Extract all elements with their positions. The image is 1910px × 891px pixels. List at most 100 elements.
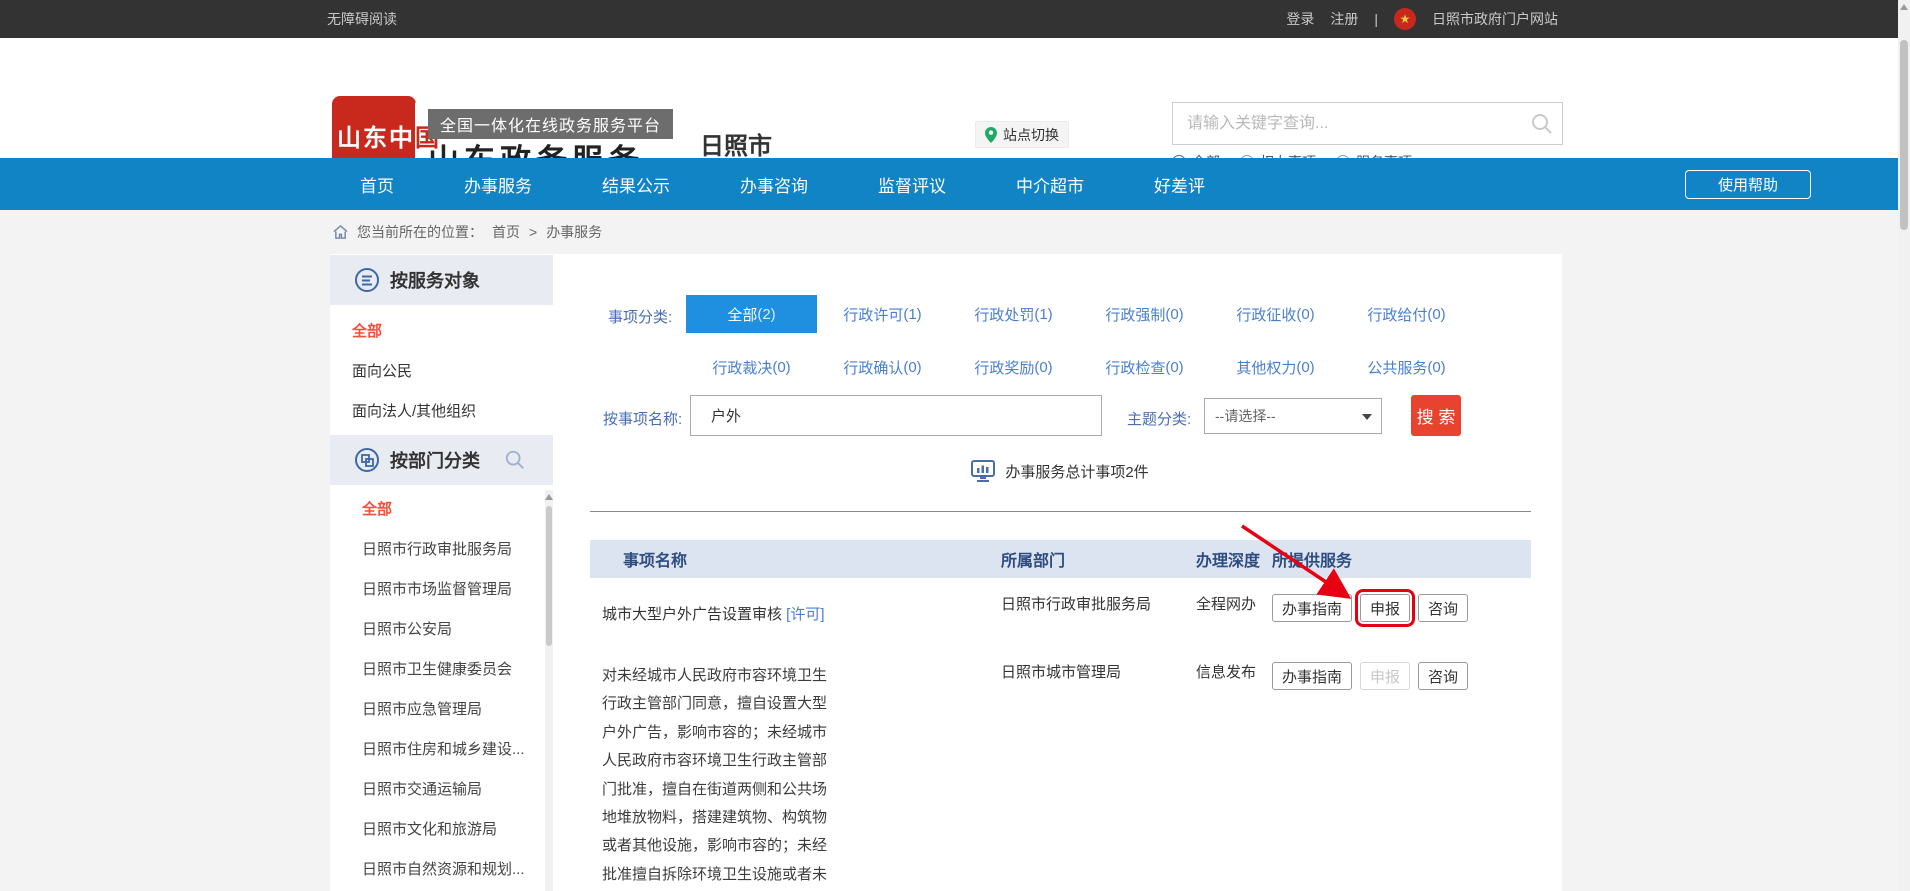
- tab-label: 行政裁决: [712, 357, 772, 378]
- category-filter-label: 事项分类:: [608, 306, 672, 327]
- breadcrumb-separator: >: [529, 224, 537, 240]
- site-switch-button[interactable]: 站点切换: [975, 121, 1069, 148]
- tab-label: 行政强制: [1105, 304, 1165, 325]
- tab-count: (0): [903, 359, 921, 376]
- nav-item-好差评[interactable]: 好差评: [1154, 172, 1205, 197]
- nav-item-中介超市[interactable]: 中介超市: [1016, 172, 1084, 197]
- table-header-cell: 事项名称: [590, 547, 1001, 571]
- department-item[interactable]: 日照市自然资源和规划...: [330, 850, 545, 890]
- department-icon: [354, 447, 380, 473]
- table-header-cell: 所提供服务: [1272, 547, 1531, 571]
- breadcrumb-home[interactable]: 首页: [492, 222, 520, 242]
- tab-count: (0): [1427, 359, 1445, 376]
- sidebar-scrollbar[interactable]: [545, 490, 553, 891]
- service-buttons: 办事指南申报咨询: [1272, 594, 1531, 636]
- category-tab-行政给付[interactable]: 行政给付(0): [1341, 295, 1472, 333]
- service-button-咨询[interactable]: 咨询: [1418, 662, 1468, 690]
- item-name-tag[interactable]: [许可]: [786, 606, 824, 623]
- category-tab-行政检查[interactable]: 行政检查(0): [1079, 348, 1210, 386]
- topic-select-value: --请选择--: [1215, 408, 1276, 424]
- item-name-text[interactable]: 城市大型户外广告设置审核: [602, 606, 786, 623]
- site-switch-label: 站点切换: [1003, 125, 1059, 145]
- national-emblem-icon: ★: [1394, 8, 1416, 30]
- page-scroll-thumb[interactable]: [1900, 40, 1908, 230]
- department-item[interactable]: 日照市交通运输局: [330, 770, 545, 810]
- category-tab-行政处罚[interactable]: 行政处罚(1): [948, 295, 1079, 333]
- accessibility-link[interactable]: 无障碍阅读: [327, 9, 397, 29]
- category-tab-行政裁决[interactable]: 行政裁决(0): [686, 348, 817, 386]
- page-scrollbar[interactable]: [1898, 0, 1910, 891]
- city-name: 日照市: [700, 126, 772, 161]
- item-dept-cell: 日照市行政审批服务局: [1001, 594, 1196, 636]
- service-buttons: 办事指南申报咨询: [1272, 662, 1531, 891]
- table-header-cell: 所属部门: [1001, 547, 1196, 571]
- category-tab-其他权力[interactable]: 其他权力(0): [1210, 348, 1341, 386]
- tab-label: 行政给付: [1367, 304, 1427, 325]
- table-row: 城市大型户外广告设置审核 [许可] 日照市行政审批服务局全程网办办事指南申报咨询: [590, 578, 1531, 636]
- department-item[interactable]: 日照市应急管理局: [330, 690, 545, 730]
- breadcrumb-prefix: 您当前所在的位置：: [357, 222, 483, 242]
- tab-label: 行政确认: [843, 357, 903, 378]
- department-item[interactable]: 日照市市场监督管理局: [330, 570, 545, 610]
- item-depth-cell: 全程网办: [1196, 594, 1272, 636]
- keyword-search-box: [1172, 102, 1563, 145]
- service-button-申报[interactable]: 申报: [1360, 594, 1410, 622]
- service-button-办事指南[interactable]: 办事指南: [1272, 594, 1352, 622]
- sidebar-title-service-target: 按服务对象: [390, 267, 480, 293]
- nav-item-办事咨询[interactable]: 办事咨询: [740, 172, 808, 197]
- tab-count: (1): [1034, 306, 1052, 323]
- item-name-cell[interactable]: 城市大型户外广告设置审核 [许可]: [590, 594, 840, 636]
- service-button-咨询[interactable]: 咨询: [1418, 594, 1468, 622]
- department-item[interactable]: 全部: [330, 490, 545, 530]
- service-button-申报: 申报: [1360, 662, 1410, 690]
- help-button[interactable]: 使用帮助: [1685, 170, 1811, 199]
- service-target-list: 全部面向公民面向法人/其他组织: [330, 312, 553, 432]
- breadcrumb-current: 办事服务: [546, 222, 602, 242]
- portal-link[interactable]: 日照市政府门户网站: [1432, 9, 1558, 29]
- service-button-办事指南[interactable]: 办事指南: [1272, 662, 1352, 690]
- login-link[interactable]: 登录: [1286, 9, 1314, 29]
- result-summary: 办事服务总计事项2件: [590, 460, 1530, 483]
- keyword-search-input[interactable]: [1173, 103, 1513, 144]
- tab-count: (0): [1165, 359, 1183, 376]
- department-item[interactable]: 日照市住房和城乡建设...: [330, 730, 545, 770]
- search-button[interactable]: 搜 索: [1411, 395, 1461, 436]
- department-item[interactable]: 日照市行政审批服务局: [330, 530, 545, 570]
- tab-label: 行政处罚: [974, 304, 1034, 325]
- tab-label: 全部: [727, 304, 757, 325]
- service-target-item[interactable]: 面向法人/其他组织: [330, 392, 553, 432]
- nav-item-办事服务[interactable]: 办事服务: [464, 172, 532, 197]
- category-tab-行政确认[interactable]: 行政确认(0): [817, 348, 948, 386]
- service-target-item[interactable]: 全部: [330, 312, 553, 352]
- department-item[interactable]: 日照市文化和旅游局: [330, 810, 545, 850]
- sidebar-scroll-thumb[interactable]: [546, 506, 552, 646]
- stats-monitor-icon: [971, 460, 995, 483]
- category-tab-公共服务[interactable]: 公共服务(0): [1341, 348, 1472, 386]
- category-tab-行政许可[interactable]: 行政许可(1): [817, 295, 948, 333]
- tab-label: 公共服务: [1367, 357, 1427, 378]
- tab-count: (0): [772, 359, 790, 376]
- nav-item-结果公示[interactable]: 结果公示: [602, 172, 670, 197]
- department-item[interactable]: 日照市卫生健康委员会: [330, 650, 545, 690]
- item-name-text[interactable]: 对未经城市人民政府市容环境卫生行政主管部门同意，擅自设置大型户外广告，影响市容的…: [602, 667, 827, 891]
- search-icon[interactable]: [1530, 112, 1554, 136]
- service-target-item[interactable]: 面向公民: [330, 352, 553, 392]
- table-row: 对未经城市人民政府市容环境卫生行政主管部门同意，擅自设置大型户外广告，影响市容的…: [590, 652, 1531, 891]
- nav-item-首页[interactable]: 首页: [360, 172, 394, 197]
- tab-count: (0): [1296, 306, 1314, 323]
- topic-select[interactable]: --请选择--: [1204, 398, 1382, 434]
- item-depth-cell: 信息发布: [1196, 662, 1272, 891]
- category-tab-全部[interactable]: 全部(2): [686, 295, 817, 333]
- item-name-input[interactable]: [690, 395, 1102, 436]
- nav-item-监督评议[interactable]: 监督评议: [878, 172, 946, 197]
- page-scroll-up-icon[interactable]: [1898, 0, 1910, 14]
- sidebar-scroll-up-icon[interactable]: [545, 490, 553, 504]
- item-name-cell[interactable]: 对未经城市人民政府市容环境卫生行政主管部门同意，擅自设置大型户外广告，影响市容的…: [590, 662, 840, 891]
- department-item[interactable]: 日照市公安局: [330, 610, 545, 650]
- category-tab-行政征收[interactable]: 行政征收(0): [1210, 295, 1341, 333]
- category-tab-行政奖励[interactable]: 行政奖励(0): [948, 348, 1079, 386]
- category-tab-行政强制[interactable]: 行政强制(0): [1079, 295, 1210, 333]
- item-name-label: 按事项名称:: [603, 408, 682, 429]
- department-search-icon[interactable]: [504, 449, 526, 471]
- register-link[interactable]: 注册: [1330, 9, 1358, 29]
